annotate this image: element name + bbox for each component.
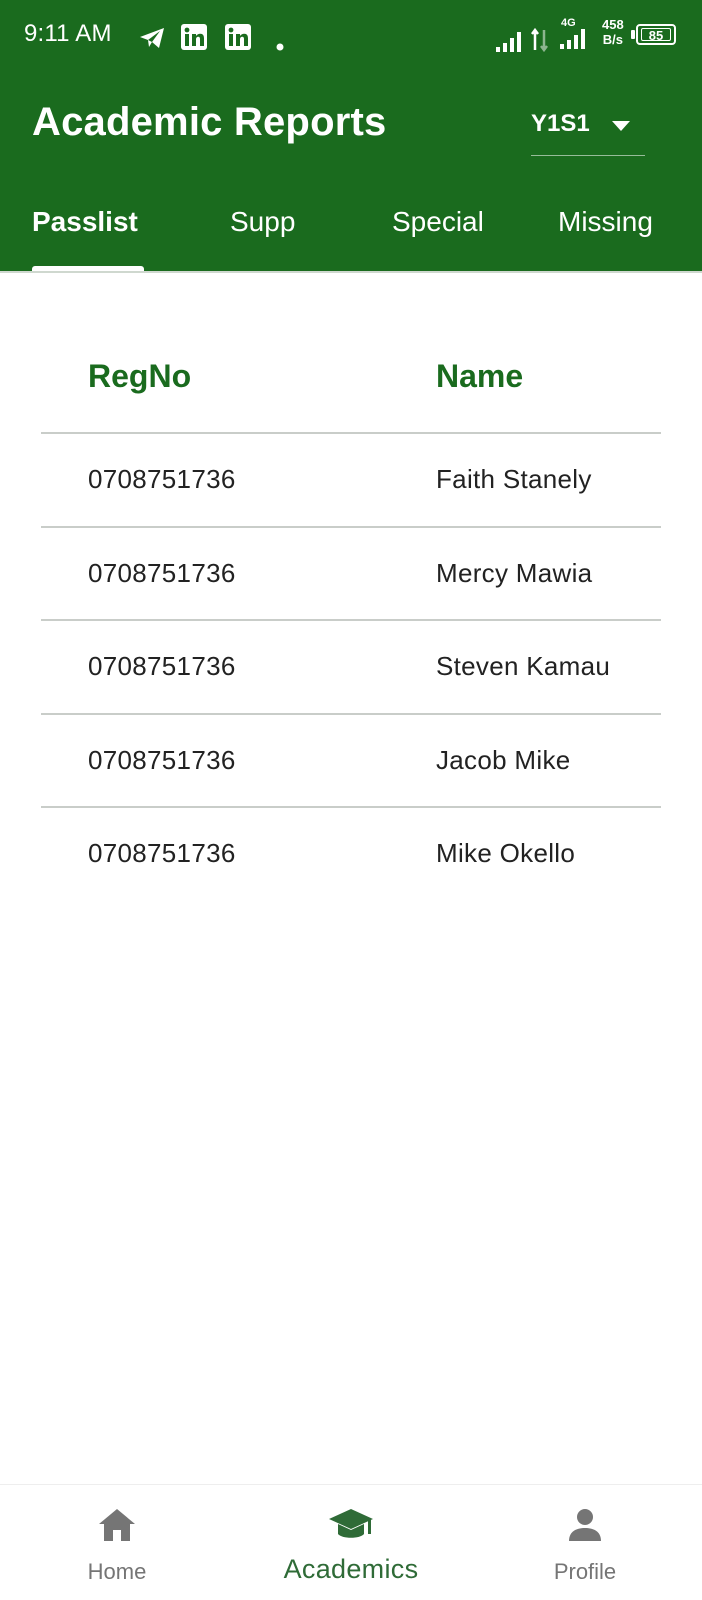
graduation-cap-icon — [329, 1509, 373, 1538]
table-header: RegNo Name — [41, 336, 661, 434]
nav-academics-label: Academics — [283, 1554, 419, 1584]
status-bar: 9:11 AM 4G 458 B/s 85 — [0, 0, 702, 72]
battery-level: 85 — [641, 28, 671, 42]
signal-4g-icon: 4G — [558, 17, 590, 49]
table-row: 0708751736 Faith Stanely — [41, 434, 661, 528]
network-speed: 458 B/s — [602, 17, 624, 47]
tab-passlist[interactable]: Passlist — [32, 206, 138, 238]
person-icon — [569, 1509, 601, 1541]
bottom-navigation: Home Academics Profile — [0, 1484, 702, 1600]
network-type: 4G — [561, 17, 576, 29]
signal-icon — [496, 32, 521, 52]
nav-profile[interactable]: Profile — [468, 1485, 702, 1600]
year-semester-dropdown[interactable]: Y1S1 — [531, 106, 645, 156]
nav-home-label: Home — [87, 1559, 147, 1584]
cell-name: Mercy Mawia — [436, 557, 593, 588]
column-header-regno: RegNo — [88, 358, 192, 394]
status-time: 9:11 AM — [24, 20, 112, 47]
linkedin-icon — [181, 24, 207, 50]
tab-special[interactable]: Special — [392, 206, 484, 238]
cell-regno: 0708751736 — [88, 464, 236, 494]
cell-name: Mike Okello — [436, 838, 576, 868]
tab-missing[interactable]: Missing — [558, 206, 653, 238]
cell-regno: 0708751736 — [88, 651, 236, 681]
dot-icon — [276, 43, 284, 51]
cell-regno: 0708751736 — [88, 557, 236, 588]
table-row: 0708751736 Mercy Mawia — [41, 528, 661, 621]
nav-home[interactable]: Home — [0, 1485, 234, 1600]
app-bar: 9:11 AM 4G 458 B/s 85 Academic Reports Y… — [0, 0, 702, 272]
data-arrows-icon — [531, 27, 548, 53]
table-row: 0708751736 Jacob Mike — [41, 715, 661, 808]
telegram-icon — [140, 28, 164, 48]
caret-down-icon — [612, 121, 630, 131]
appbar-divider — [0, 271, 702, 273]
year-semester-value: Y1S1 — [531, 110, 590, 137]
passlist-table: RegNo Name 0708751736 Faith Stanely 0708… — [41, 336, 661, 902]
nav-profile-label: Profile — [553, 1559, 617, 1584]
cell-name: Jacob Mike — [436, 744, 571, 775]
cell-name: Steven Kamau — [436, 651, 611, 681]
battery-tip — [631, 30, 635, 39]
page-title: Academic Reports — [32, 100, 387, 144]
nav-academics[interactable]: Academics — [234, 1485, 468, 1600]
linkedin-icon — [225, 24, 251, 50]
cell-regno: 0708751736 — [88, 744, 236, 775]
column-header-name: Name — [436, 358, 524, 394]
cell-regno: 0708751736 — [88, 838, 236, 868]
home-icon — [99, 1509, 135, 1541]
report-tabs: Passlist Supp Special Missing — [0, 196, 702, 272]
cell-name: Faith Stanely — [436, 464, 592, 494]
battery-icon: 85 — [636, 24, 676, 45]
table-row: 0708751736 Mike Okello — [41, 808, 661, 902]
tab-supp[interactable]: Supp — [230, 206, 295, 238]
table-row: 0708751736 Steven Kamau — [41, 621, 661, 715]
